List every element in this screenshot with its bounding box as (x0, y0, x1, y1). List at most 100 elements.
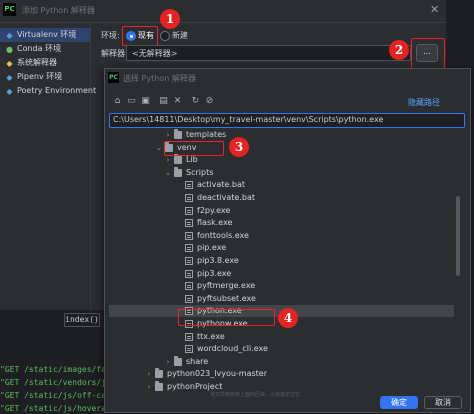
refresh-icon[interactable]: ↻ (190, 96, 201, 107)
hide-path-link[interactable]: 隐藏路径 (408, 97, 440, 108)
tree-item-label: pyftmerge.exe (197, 281, 256, 291)
highlight-venv (164, 141, 224, 156)
folder-icon (174, 166, 182, 177)
tree-folder-row[interactable]: › share (109, 355, 454, 368)
chevron-down-icon[interactable]: ⌄ (164, 167, 172, 179)
new-folder-icon[interactable]: ▤ (158, 96, 169, 107)
tree-item-label: pip3.8.exe (197, 256, 239, 265)
chevron-right-icon[interactable]: › (145, 381, 153, 393)
file-icon (185, 282, 193, 291)
file-icon (185, 257, 193, 265)
console-line: "GET /static/images/fa (0, 365, 106, 374)
env-item-label: Pipenv 环境 (17, 72, 63, 81)
tree-folder-row[interactable]: › templates (109, 129, 454, 141)
tree-file-row[interactable]: pip3.exe (109, 268, 454, 280)
tree-folder-row[interactable]: ⌄ venv (109, 141, 454, 154)
tree-file-row[interactable]: fonttools.exe (109, 230, 454, 242)
env-item-conda[interactable]: ● Conda 环境 (0, 42, 90, 56)
poetry-icon: ◆ (6, 87, 13, 96)
file-icon (185, 244, 193, 253)
radio-existing-label[interactable]: 现有 (138, 30, 154, 41)
env-item-system[interactable]: ◆ 系统解释器 (0, 56, 90, 70)
ok-button[interactable]: 确定 (380, 396, 418, 409)
link-icon[interactable]: ⊘ (204, 96, 215, 107)
folder-icon (155, 368, 163, 379)
tree-scrollbar[interactable] (456, 196, 460, 276)
browse-button[interactable]: ... (416, 44, 438, 62)
step-badge-3: 3 (229, 137, 249, 157)
file-icon (185, 219, 193, 228)
delete-icon[interactable]: ✕ (172, 96, 183, 107)
env-item-label: Conda 环境 (17, 44, 62, 53)
tree-file-row[interactable]: wordcloud_cli.exe (109, 343, 454, 355)
tree-item-label: share (186, 356, 209, 366)
step-badge-1: 1 (160, 9, 180, 29)
close-icon[interactable]: ✕ (430, 3, 439, 16)
home-icon[interactable]: ⌂ (112, 96, 123, 107)
path-value: C:\Users\14811\Desktop\my_travel-master\… (113, 115, 384, 124)
env-item-label: 系统解释器 (17, 58, 57, 67)
system-python-icon: ◆ (6, 59, 13, 68)
tree-item-label: pyftsubset.exe (197, 293, 256, 303)
tree-item-label: ttx.exe (197, 331, 225, 341)
console-line: "GET /static/js/hovera (0, 404, 106, 413)
tree-folder-row[interactable]: › python023_lvyou-master (109, 368, 454, 380)
env-item-label: Poetry Environment (17, 86, 97, 95)
highlight-python-exe (178, 309, 275, 326)
tree-folder-row[interactable]: › Lib (109, 154, 454, 166)
chevron-right-icon[interactable]: › (164, 129, 172, 141)
dialog-title: 选择 Python 解释器 (123, 74, 196, 83)
tree-item-label: python023_lvyou-master (167, 369, 268, 379)
file-icon (185, 332, 193, 341)
radio-existing[interactable] (126, 31, 136, 41)
folder-icon (174, 129, 182, 139)
tree-item-label: pip.exe (197, 243, 227, 253)
cancel-button[interactable]: 取消 (424, 396, 462, 409)
step-badge-4: 4 (278, 308, 298, 328)
console-tab[interactable]: index() (64, 313, 100, 327)
chevron-right-icon[interactable]: › (164, 356, 172, 368)
radio-new[interactable] (160, 31, 170, 41)
pycharm-icon: PC (108, 72, 119, 83)
chevron-down-icon[interactable]: ⌄ (155, 142, 163, 154)
tree-item-label: fonttools.exe (197, 230, 249, 240)
tree-file-row[interactable]: f2py.exe (109, 205, 454, 217)
tree-file-row[interactable]: pip3.8.exe (109, 255, 454, 267)
pipenv-icon: ◆ (6, 73, 13, 82)
env-item-pipenv[interactable]: ◆ Pipenv 环境 (0, 70, 90, 84)
console-line: "GET /static/vendors/j (0, 378, 106, 387)
tree-folder-row[interactable]: ⌄ Scripts (109, 166, 454, 179)
desktop-icon[interactable]: ▭ (126, 96, 137, 107)
tree-file-row[interactable]: flask.exe (109, 217, 454, 229)
file-icon (185, 181, 193, 190)
folder-icon (174, 154, 182, 165)
tree-item-label: templates (186, 130, 227, 139)
drop-hint: 将文件拖放到上面的区域，以快速定位它 (210, 392, 301, 398)
window-title: 添加 Python 解释器 (22, 6, 95, 15)
tree-file-row[interactable]: pyftmerge.exe (109, 280, 454, 292)
tree-item-label: wordcloud_cli.exe (197, 344, 268, 354)
file-icon (185, 206, 193, 215)
file-icon (185, 345, 193, 354)
console-line: "GET /static/js/off-ca (0, 391, 106, 400)
tree-file-row[interactable]: pyftsubset.exe (109, 293, 454, 305)
chevron-right-icon[interactable]: › (145, 368, 153, 380)
tree-file-row[interactable]: pip.exe (109, 242, 454, 254)
tree-file-row[interactable]: deactivate.bat (109, 192, 454, 204)
project-icon[interactable]: ▣ (140, 96, 151, 107)
env-item-label: Virtualenv 环境 (17, 30, 77, 39)
tree-item-label: deactivate.bat (197, 193, 256, 202)
tree-item-label: f2py.exe (197, 205, 231, 215)
folder-icon (174, 355, 182, 366)
tree-item-label: flask.exe (197, 218, 233, 228)
tree-file-row[interactable]: ttx.exe (109, 331, 454, 343)
interpreter-label: 解释器: (101, 49, 128, 58)
file-icon (185, 194, 193, 202)
tree-item-label: Scripts (186, 167, 214, 177)
radio-new-label[interactable]: 新建 (172, 30, 188, 41)
tree-file-row[interactable]: activate.bat (109, 179, 454, 191)
env-item-virtualenv[interactable]: ◆ Virtualenv 环境 (0, 28, 90, 42)
tree-item-label: pip3.exe (197, 268, 232, 278)
file-icon (185, 294, 193, 303)
env-item-poetry[interactable]: ◆ Poetry Environment (0, 84, 96, 98)
